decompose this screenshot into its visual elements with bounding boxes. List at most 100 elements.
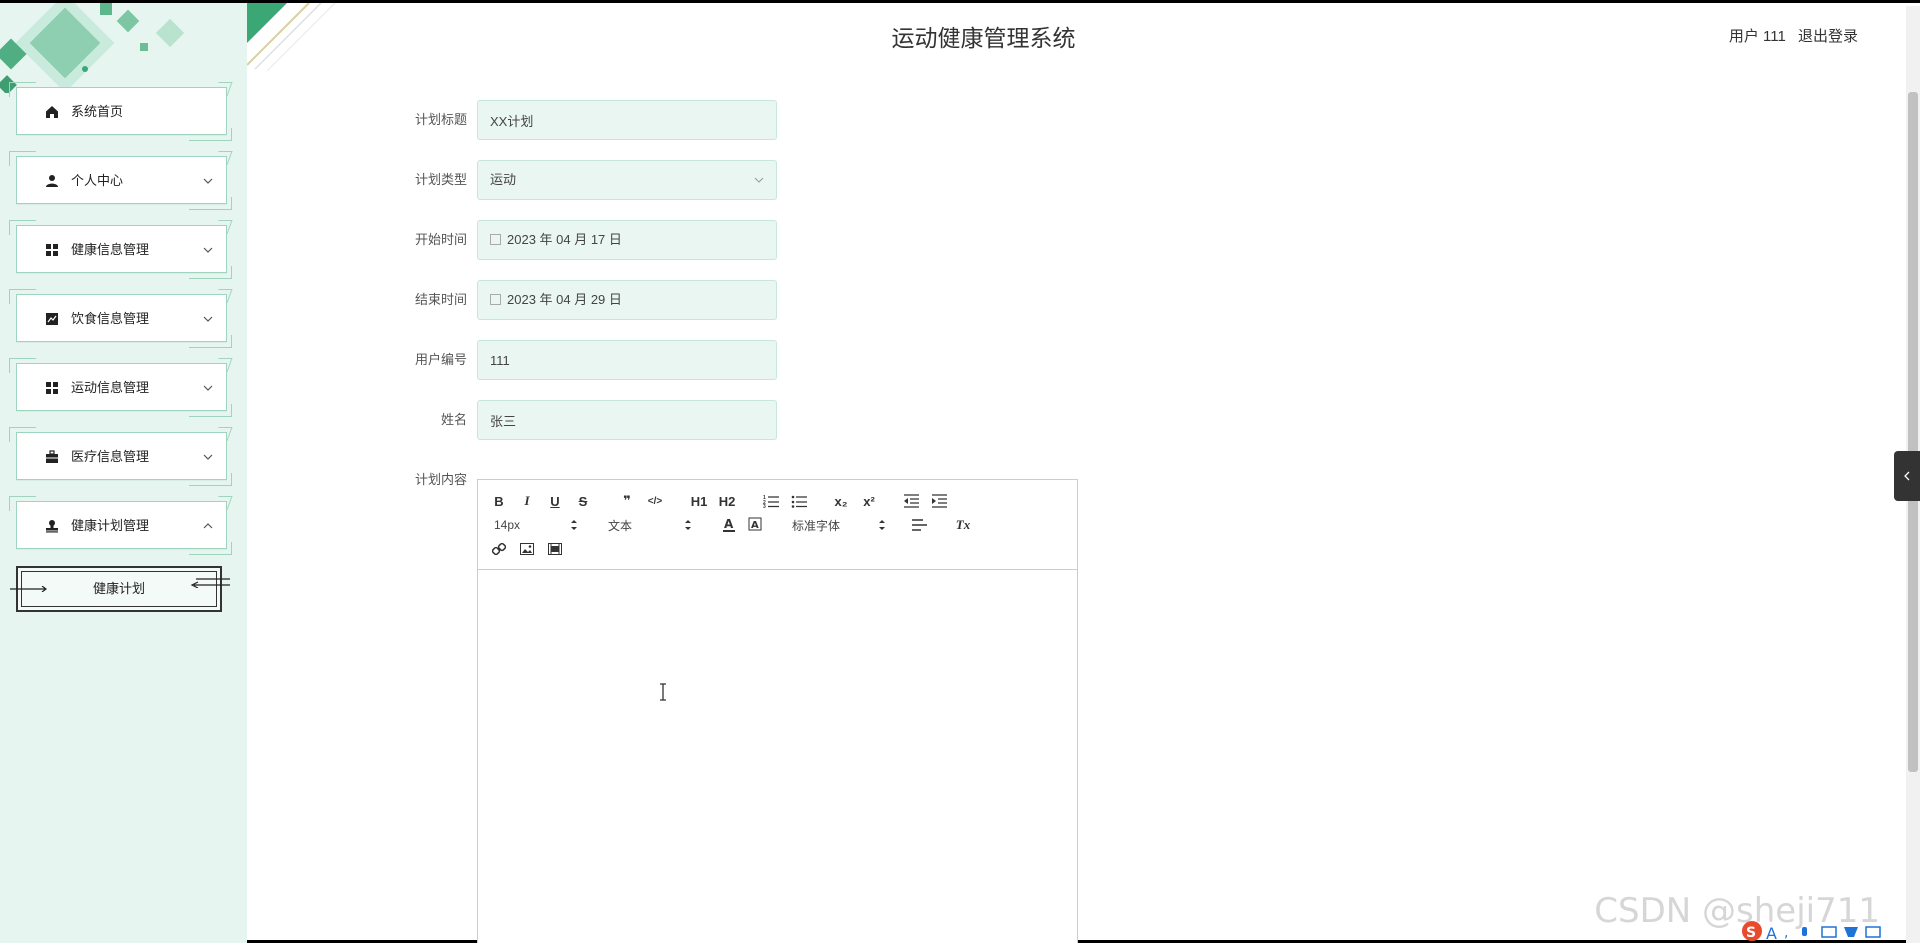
select-updown-icon <box>571 520 577 530</box>
video-icon <box>548 543 562 555</box>
bullet-list-button[interactable] <box>788 492 810 510</box>
chevron-down-icon <box>203 454 213 460</box>
chevron-down-icon <box>203 178 213 184</box>
scrollbar-thumb[interactable] <box>1908 92 1918 772</box>
calendar-icon <box>490 234 501 245</box>
h1-button[interactable]: H1 <box>686 492 712 510</box>
sidebar-item-diet-info[interactable]: 饮食信息管理 <box>9 289 233 348</box>
plan-content-label: 计划内容 <box>414 472 467 487</box>
chevron-up-icon <box>203 523 213 529</box>
briefcase-icon <box>44 449 60 465</box>
logout-link[interactable]: 退出登录 <box>1798 28 1858 45</box>
strike-button[interactable]: S <box>572 492 594 510</box>
svg-text:A: A <box>1766 924 1777 943</box>
outdent-icon <box>904 494 919 508</box>
start-time-value: 2023 年 04 月 17 日 <box>507 232 622 247</box>
header-select-value: 文本 <box>608 518 633 533</box>
grid-icon <box>44 380 60 396</box>
chart-icon <box>44 311 60 327</box>
plan-title-input[interactable] <box>490 101 776 139</box>
end-time-label: 结束时间 <box>414 292 467 307</box>
rich-text-editor: B I U S ❞ </> H1 H2 123 x₂ x² 14px 文本 A … <box>477 479 1078 943</box>
end-time-picker[interactable]: 2023 年 04 月 29 日 <box>477 280 777 320</box>
editor-content-area[interactable] <box>478 570 1077 943</box>
user-no-input[interactable] <box>490 341 776 379</box>
chevron-down-icon <box>203 247 213 253</box>
subscript-button[interactable]: x₂ <box>830 492 852 510</box>
blockquote-button[interactable]: ❞ <box>616 492 638 510</box>
text-color-button[interactable]: A <box>718 516 740 534</box>
ordered-list-icon: 123 <box>763 495 779 508</box>
bold-button[interactable]: B <box>488 492 510 510</box>
user-info: 用户 111 退出登录 <box>1721 25 1858 46</box>
sidebar-item-health-plan[interactable]: 健康计划管理 <box>9 496 233 555</box>
calendar-icon <box>490 294 501 305</box>
sidebar-item-label: 健康计划管理 <box>71 518 150 533</box>
background-color-button[interactable]: A <box>744 516 766 534</box>
start-time-picker[interactable]: 2023 年 04 月 17 日 <box>477 220 777 260</box>
superscript-button[interactable]: x² <box>858 492 880 510</box>
start-time-label: 开始时间 <box>414 232 467 247</box>
clear-format-button[interactable]: Tx <box>952 516 974 534</box>
align-button[interactable] <box>908 516 930 534</box>
indent-icon <box>932 494 947 508</box>
plan-type-select[interactable]: 运动 <box>477 160 777 200</box>
sidebar-item-medical-info[interactable]: 医疗信息管理 <box>9 427 233 486</box>
name-input[interactable] <box>490 401 776 439</box>
sidebar-item-exercise-info[interactable]: 运动信息管理 <box>9 358 233 417</box>
plan-type-label: 计划类型 <box>414 172 467 187</box>
svg-text:3: 3 <box>763 504 766 508</box>
code-button[interactable]: </> <box>644 492 666 510</box>
h2-button[interactable]: H2 <box>714 492 740 510</box>
sidebar-item-label: 医疗信息管理 <box>71 449 150 464</box>
background-color-icon: A <box>748 517 762 531</box>
side-panel-toggle[interactable] <box>1894 451 1920 501</box>
chevron-left-icon <box>1904 471 1910 481</box>
name-label: 姓名 <box>440 412 467 427</box>
home-icon <box>44 104 60 120</box>
select-updown-icon <box>879 520 885 530</box>
link-icon <box>492 542 506 556</box>
font-family-value: 标准字体 <box>792 518 841 533</box>
italic-button[interactable]: I <box>516 492 538 510</box>
text-cursor-icon <box>660 683 666 701</box>
sidebar-subitem-label: 健康计划 <box>92 581 145 596</box>
sidebar-item-label: 系统首页 <box>71 104 124 119</box>
plan-title-field[interactable] <box>477 100 777 140</box>
underline-button[interactable]: U <box>544 492 566 510</box>
name-field[interactable] <box>477 400 777 440</box>
plan-title-label: 计划标题 <box>414 112 467 127</box>
grid-icon <box>44 242 60 258</box>
bullet-list-icon <box>791 495 807 508</box>
image-button[interactable] <box>516 540 538 558</box>
user-no-field[interactable] <box>477 340 777 380</box>
svg-text:S: S <box>1746 925 1756 941</box>
align-left-icon <box>912 519 927 531</box>
video-button[interactable] <box>544 540 566 558</box>
current-user: 用户 111 <box>1728 28 1786 45</box>
editor-toolbar: B I U S ❞ </> H1 H2 123 x₂ x² 14px 文本 A … <box>478 480 1077 570</box>
sidebar-item-health-info[interactable]: 健康信息管理 <box>9 220 233 279</box>
font-size-value: 14px <box>494 518 521 532</box>
sidebar-item-home[interactable]: 系统首页 <box>9 82 233 141</box>
sidebar-item-label: 健康信息管理 <box>71 242 150 257</box>
ordered-list-button[interactable]: 123 <box>760 492 782 510</box>
ime-toolbar: S A , <box>1742 921 1881 943</box>
outdent-button[interactable] <box>900 492 922 510</box>
user-no-label: 用户编号 <box>414 352 467 367</box>
sidebar-item-personal-center[interactable]: 个人中心 <box>9 151 233 210</box>
chevron-down-icon <box>203 316 213 322</box>
end-time-value: 2023 年 04 月 29 日 <box>507 292 622 307</box>
indent-button[interactable] <box>928 492 950 510</box>
image-icon <box>520 543 534 555</box>
font-size-select[interactable]: 14px <box>494 516 578 534</box>
header-select[interactable]: 文本 <box>608 516 692 534</box>
sidebar-item-label: 个人中心 <box>71 173 124 188</box>
svg-text:A: A <box>724 517 734 531</box>
sidebar-subitem-health-plan[interactable]: 健康计划 <box>10 566 230 612</box>
svg-text:,: , <box>1784 925 1788 941</box>
font-family-select[interactable]: 标准字体 <box>792 516 886 534</box>
sidebar-item-label: 饮食信息管理 <box>71 311 150 326</box>
link-button[interactable] <box>488 540 510 558</box>
sidebar-item-label: 运动信息管理 <box>71 380 150 395</box>
